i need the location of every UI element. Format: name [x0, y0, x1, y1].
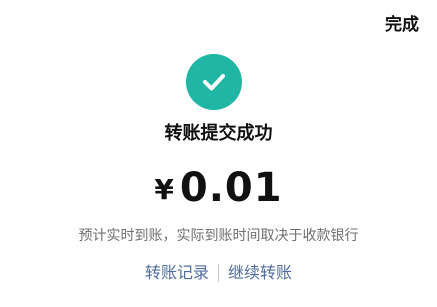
arrival-note: 预计实时到账，实际到账时间取决于收款银行	[78, 228, 359, 244]
amount-display: ¥0.01	[0, 166, 437, 218]
result-title: 转账提交成功	[164, 123, 273, 144]
transfer-record-link[interactable]: 转账记录	[145, 262, 209, 284]
link-divider	[218, 264, 219, 282]
action-links: 转账记录 继续转账	[0, 262, 437, 284]
done-button[interactable]: 完成	[385, 14, 419, 36]
currency-symbol: ¥	[154, 173, 174, 206]
checkmark-icon	[203, 74, 225, 91]
continue-transfer-link[interactable]: 继续转账	[228, 262, 292, 284]
check-circle-icon	[186, 54, 242, 110]
amount-value: 0.01	[179, 165, 283, 211]
